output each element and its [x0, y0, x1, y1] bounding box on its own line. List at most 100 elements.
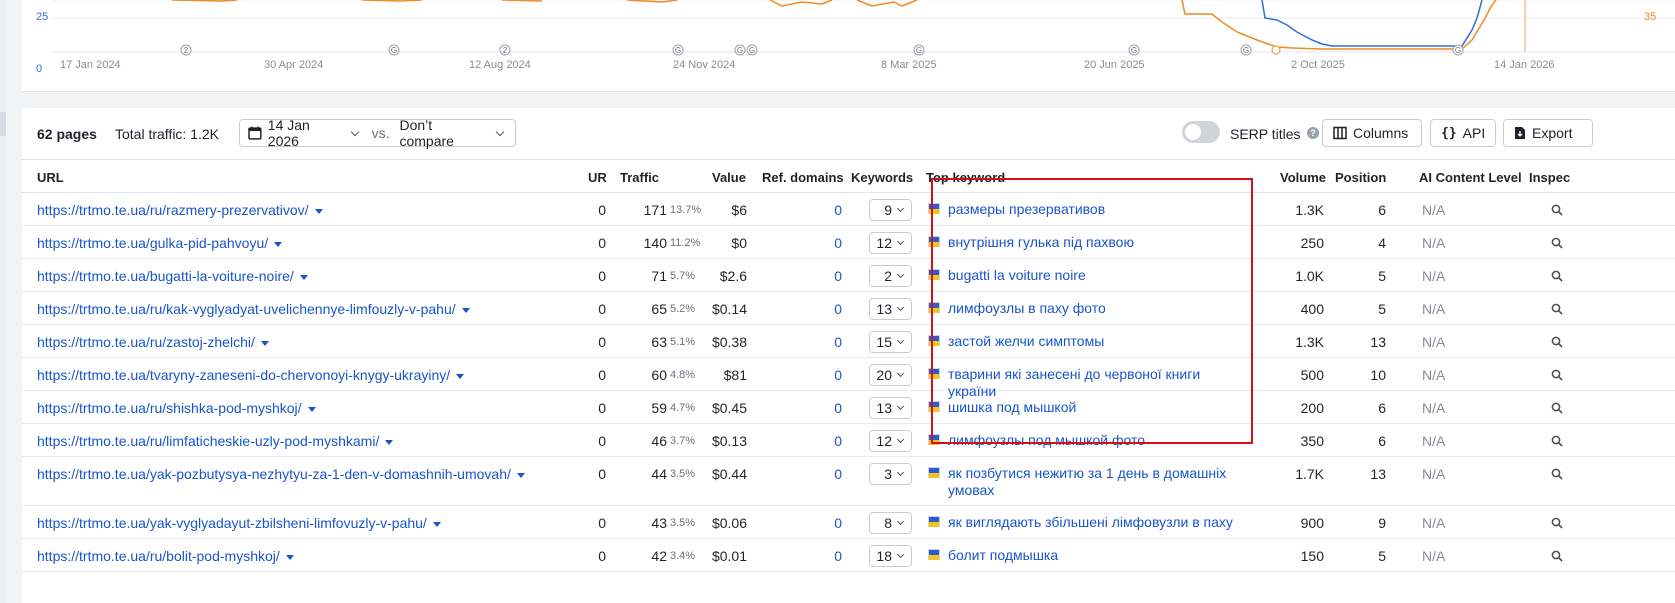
page-url-link[interactable]: https://trtmo.te.ua/yak-vyglyadayut-zbil… [37, 515, 441, 531]
api-button[interactable]: {} API [1430, 119, 1496, 147]
volume-value: 500 [1300, 367, 1324, 383]
search-icon[interactable] [1551, 369, 1563, 381]
top-keyword-link[interactable]: лимфоузлы в паху фото [948, 300, 1238, 317]
ref-domains-link[interactable]: 0 [822, 400, 842, 416]
total-traffic: Total traffic: 1.2K [115, 126, 220, 142]
keywords-dropdown[interactable]: 9 [869, 199, 912, 221]
keywords-dropdown[interactable]: 3 [869, 463, 912, 485]
search-icon[interactable] [1551, 270, 1563, 282]
chevron-down-icon [495, 127, 505, 136]
keywords-count: 8 [884, 515, 892, 531]
serp-titles-toggle[interactable] [1182, 121, 1220, 143]
search-icon[interactable] [1551, 435, 1563, 447]
compare-select[interactable]: Don’t compare [399, 117, 489, 149]
caret-down-icon[interactable] [274, 241, 283, 247]
search-icon[interactable] [1551, 303, 1563, 315]
page-url-link[interactable]: https://trtmo.te.ua/bugatti-la-voiture-n… [37, 268, 308, 284]
page-url-link[interactable]: https://trtmo.te.ua/tvaryny-zaneseni-do-… [37, 367, 465, 383]
keywords-dropdown[interactable]: 8 [869, 512, 912, 534]
header-ref-domains[interactable]: Ref. domains [762, 170, 844, 185]
header-url[interactable]: URL [37, 170, 64, 185]
keywords-dropdown[interactable]: 18 [869, 545, 912, 567]
ref-domains-link[interactable]: 0 [822, 202, 842, 218]
ref-domains-link[interactable]: 0 [822, 466, 842, 482]
help-icon[interactable]: ? [1307, 127, 1319, 139]
caret-down-icon[interactable] [285, 554, 294, 560]
top-keyword-link[interactable]: шишка под мышкой [948, 399, 1238, 416]
ref-domains-link[interactable]: 0 [822, 334, 842, 350]
caret-down-icon[interactable] [456, 373, 465, 379]
ref-domains-link[interactable]: 0 [822, 515, 842, 531]
caret-down-icon[interactable] [314, 208, 323, 214]
top-keyword-link[interactable]: застой желчи симптомы [948, 333, 1238, 350]
page-url-link[interactable]: https://trtmo.te.ua/ru/razmery-prezervat… [37, 202, 323, 218]
top-keyword-link[interactable]: внутрішня гулька під пахвою [948, 234, 1238, 251]
top-keyword-link[interactable]: як позбутися нежитю за 1 день в домашніх… [948, 465, 1238, 499]
caret-down-icon[interactable] [461, 307, 470, 313]
keywords-dropdown[interactable]: 13 [869, 397, 912, 419]
top-keyword-link[interactable]: размеры презервативов [948, 201, 1238, 218]
sidebar-handle[interactable] [0, 112, 6, 136]
orange-series-fragment [501, 0, 543, 2]
page-url-link[interactable]: https://trtmo.te.ua/ru/zastoj-zhelchi/ [37, 334, 269, 350]
ref-domains-link[interactable]: 0 [822, 548, 842, 564]
series-point [1271, 45, 1281, 55]
ur-value: 0 [598, 466, 606, 482]
top-keyword-link[interactable]: як виглядають збільшені лімфовузли в пах… [948, 514, 1238, 531]
search-icon[interactable] [1551, 517, 1563, 529]
chevron-down-icon [896, 517, 905, 526]
header-ur[interactable]: UR [588, 170, 607, 185]
google-update-marker-label: G [675, 46, 681, 55]
caret-down-icon[interactable] [385, 439, 394, 445]
header-position[interactable]: Position [1335, 170, 1386, 185]
volume-value: 250 [1300, 235, 1324, 251]
header-inspect[interactable]: Inspec [1529, 170, 1570, 185]
top-keyword-link[interactable]: bugatti la voiture noire [948, 267, 1238, 284]
search-icon[interactable] [1551, 237, 1563, 249]
caret-down-icon[interactable] [260, 340, 269, 346]
header-ai-content-level[interactable]: AI Content Level [1419, 170, 1522, 185]
page-url-link[interactable]: https://trtmo.te.ua/ru/kak-vyglyadyat-uv… [37, 301, 470, 317]
search-icon[interactable] [1551, 402, 1563, 414]
ur-value: 0 [598, 433, 606, 449]
search-icon[interactable] [1551, 468, 1563, 480]
date-compare-picker[interactable]: 14 Jan 2026 vs. Don’t compare [239, 117, 516, 149]
caret-down-icon[interactable] [516, 472, 525, 478]
page-url-link[interactable]: https://trtmo.te.ua/ru/limfaticheskie-uz… [37, 433, 394, 449]
keywords-dropdown[interactable]: 13 [869, 298, 912, 320]
caret-down-icon[interactable] [307, 406, 316, 412]
position-value: 9 [1378, 515, 1386, 531]
export-button[interactable]: Export [1503, 119, 1593, 147]
export-button-label: Export [1532, 125, 1573, 141]
top-keyword-link[interactable]: болит подмышка [948, 547, 1238, 564]
keywords-dropdown[interactable]: 2 [869, 265, 912, 287]
page-url-link[interactable]: https://trtmo.te.ua/yak-pozbutysya-nezhy… [37, 466, 525, 482]
ref-domains-link[interactable]: 0 [822, 301, 842, 317]
traffic-share: 3.4% [670, 550, 696, 562]
header-keywords[interactable]: Keywords [851, 170, 913, 185]
selected-date[interactable]: 14 Jan 2026 [268, 117, 344, 149]
page-url-link[interactable]: https://trtmo.te.ua/gulka-pid-pahvoyu/ [37, 235, 283, 251]
keywords-dropdown[interactable]: 20 [869, 364, 912, 386]
keywords-dropdown[interactable]: 12 [869, 232, 912, 254]
caret-down-icon[interactable] [299, 274, 308, 280]
header-value[interactable]: Value [712, 170, 746, 185]
keywords-dropdown[interactable]: 15 [869, 331, 912, 353]
keywords-dropdown[interactable]: 12 [869, 430, 912, 452]
search-icon[interactable] [1551, 204, 1563, 216]
ref-domains-link[interactable]: 0 [822, 235, 842, 251]
top-keyword-link[interactable]: лимфоузлы под мышкой фото [948, 432, 1238, 449]
header-traffic[interactable]: Traffic [620, 170, 659, 185]
header-volume[interactable]: Volume [1280, 170, 1326, 185]
page-url-link[interactable]: https://trtmo.te.ua/ru/bolit-pod-myshkoj… [37, 548, 294, 564]
search-icon[interactable] [1551, 550, 1563, 562]
ref-domains-link[interactable]: 0 [822, 367, 842, 383]
traffic-value-usd: $0.06 [711, 515, 747, 531]
columns-button[interactable]: Columns [1322, 119, 1422, 147]
ref-domains-link[interactable]: 0 [822, 268, 842, 284]
page-url-link[interactable]: https://trtmo.te.ua/ru/shishka-pod-myshk… [37, 400, 316, 416]
header-top-keyword[interactable]: Top keyword [926, 170, 1005, 185]
search-icon[interactable] [1551, 336, 1563, 348]
ref-domains-link[interactable]: 0 [822, 433, 842, 449]
caret-down-icon[interactable] [432, 521, 441, 527]
